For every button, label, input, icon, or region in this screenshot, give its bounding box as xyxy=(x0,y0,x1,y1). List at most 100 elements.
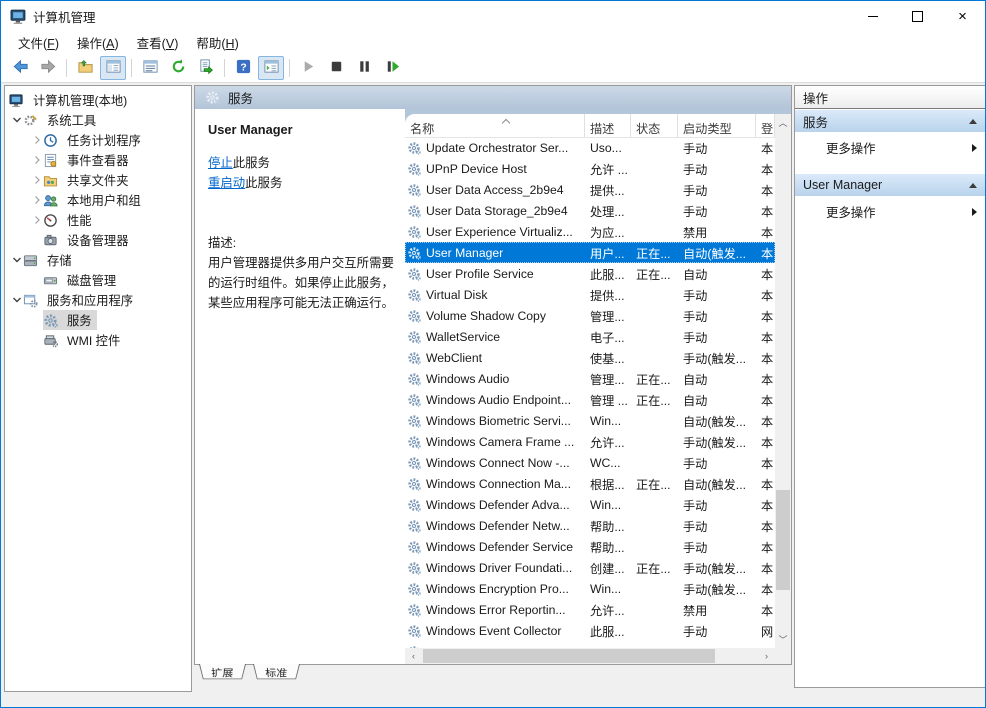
restart-service-link[interactable]: 重启动 xyxy=(208,176,245,190)
service-logon-as: 本 xyxy=(756,223,775,241)
tab-extended[interactable]: 扩展 xyxy=(199,664,246,679)
close-button[interactable]: × xyxy=(940,1,985,31)
service-name: User Data Access_2b9e4 xyxy=(405,183,585,197)
service-row-windows-encryption-pro[interactable]: Windows Encryption Pro...Win...手动(触发...本 xyxy=(405,578,775,599)
properties-button[interactable] xyxy=(137,56,163,80)
tree-expander-collapsed[interactable] xyxy=(31,154,43,166)
service-row-windows-event-collector[interactable]: Windows Event Collector此服...手动网 xyxy=(405,620,775,641)
console-tree-toggle-button[interactable] xyxy=(100,56,126,80)
tree-item-event-viewer[interactable]: 事件查看器 xyxy=(5,150,191,170)
action-pane-toggle-button[interactable] xyxy=(258,56,284,80)
scroll-up-arrow[interactable]: ︿ xyxy=(775,114,791,131)
column-header-startup-type[interactable]: 启动类型 xyxy=(678,114,756,137)
scroll-left-arrow[interactable]: ‹ xyxy=(405,648,422,664)
forward-button[interactable] xyxy=(35,56,61,80)
service-description: 电子... xyxy=(585,328,631,346)
service-row-windows-defender-service[interactable]: Windows Defender Service帮助...手动本 xyxy=(405,536,775,557)
service-row-windows-error-reportin[interactable]: Windows Error Reportin...允许...禁用本 xyxy=(405,599,775,620)
service-row-update-orchestrator-ser[interactable]: Update Orchestrator Ser...Uso...手动本 xyxy=(405,137,775,158)
start-service-button[interactable] xyxy=(295,56,321,80)
horizontal-scrollbar[interactable]: ‹ › xyxy=(405,648,775,664)
tree-expander-expanded[interactable] xyxy=(11,254,23,266)
column-header-status[interactable]: 状态 xyxy=(631,114,678,137)
horizontal-scroll-thumb[interactable] xyxy=(423,649,715,663)
vertical-scrollbar[interactable]: ︿ ﹀ xyxy=(775,114,791,648)
action-section-header-user-manager[interactable]: User Manager xyxy=(795,174,985,196)
tree-expander-expanded[interactable] xyxy=(11,114,23,126)
help-button[interactable]: ? xyxy=(230,56,256,80)
service-name: Windows Defender Netw... xyxy=(405,519,585,533)
vertical-scroll-thumb[interactable] xyxy=(776,490,790,590)
collapse-icon[interactable] xyxy=(969,183,977,188)
tree-item-computer[interactable]: 计算机管理(本地) xyxy=(5,90,191,110)
service-row-windows-driver-foundati[interactable]: Windows Driver Foundati...创建...正在...手动(触… xyxy=(405,557,775,578)
tree-item-storage[interactable]: 存储 xyxy=(5,250,191,270)
service-gear-icon xyxy=(407,204,426,218)
tree-expander-expanded[interactable] xyxy=(11,294,23,306)
stop-service-button[interactable] xyxy=(323,56,349,80)
collapse-icon[interactable] xyxy=(969,119,977,124)
back-button[interactable] xyxy=(7,56,33,80)
service-row-walletservice[interactable]: WalletService电子...手动本 xyxy=(405,326,775,347)
menu-f[interactable]: 文件(F) xyxy=(9,31,68,54)
tree-item-performance[interactable]: 性能 xyxy=(5,210,191,230)
service-row-windows-audio-endpoint[interactable]: Windows Audio Endpoint...管理 ...正在...自动本 xyxy=(405,389,775,410)
stop-service-link[interactable]: 停止 xyxy=(208,156,233,170)
toolbar: ? xyxy=(1,54,985,83)
tree-item-system-tools[interactable]: 系统工具 xyxy=(5,110,191,130)
tree-expander-collapsed[interactable] xyxy=(31,214,43,226)
service-row-windows-biometric-servi[interactable]: Windows Biometric Servi...Win...自动(触发...… xyxy=(405,410,775,431)
scroll-down-arrow[interactable]: ﹀ xyxy=(775,631,791,648)
tree-item-task-scheduler[interactable]: 任务计划程序 xyxy=(5,130,191,150)
service-name: Windows Driver Foundati... xyxy=(405,561,585,575)
column-header-name[interactable]: 名称 xyxy=(405,114,585,137)
service-row-user-manager[interactable]: User Manager用户...正在...自动(触发...本 xyxy=(405,242,775,263)
menu-v[interactable]: 查看(V) xyxy=(128,31,188,54)
pause-service-button[interactable] xyxy=(351,56,377,80)
service-row-partial[interactable] xyxy=(405,641,775,648)
tree-item-services-apps[interactable]: 服务和应用程序 xyxy=(5,290,191,310)
service-row-virtual-disk[interactable]: Virtual Disk提供...手动本 xyxy=(405,284,775,305)
tree-expander-collapsed[interactable] xyxy=(31,134,43,146)
service-row-windows-connection-ma[interactable]: Windows Connection Ma...根据...正在...自动(触发.… xyxy=(405,473,775,494)
more-actions-item[interactable]: 更多操作 xyxy=(795,137,985,159)
service-row-windows-camera-frame[interactable]: Windows Camera Frame ...允许...手动(触发...本 xyxy=(405,431,775,452)
more-actions-item[interactable]: 更多操作 xyxy=(795,201,985,223)
service-row-user-profile-service[interactable]: User Profile Service此服...正在...自动本 xyxy=(405,263,775,284)
restart-service-button[interactable] xyxy=(379,56,405,80)
service-row-user-data-access-2b9e4[interactable]: User Data Access_2b9e4提供...手动本 xyxy=(405,179,775,200)
menu-h[interactable]: 帮助(H) xyxy=(187,31,247,54)
tree-item-wmi[interactable]: WMI 控件 xyxy=(5,330,191,350)
minimize-button[interactable] xyxy=(850,1,895,31)
tree-item-local-users[interactable]: 本地用户和组 xyxy=(5,190,191,210)
tree-item-service-gear[interactable]: 服务 xyxy=(5,310,191,330)
up-level-button[interactable] xyxy=(72,56,98,80)
column-header-description[interactable]: 描述 xyxy=(585,114,631,137)
tree-expander-collapsed[interactable] xyxy=(31,174,43,186)
refresh-button[interactable] xyxy=(165,56,191,80)
services-view-header: 服务 xyxy=(195,86,791,109)
service-row-windows-defender-adva[interactable]: Windows Defender Adva...Win...手动本 xyxy=(405,494,775,515)
service-row-webclient[interactable]: WebClient使基...手动(触发...本 xyxy=(405,347,775,368)
service-row-volume-shadow-copy[interactable]: Volume Shadow Copy管理...手动本 xyxy=(405,305,775,326)
service-gear-icon xyxy=(407,519,426,533)
maximize-button[interactable] xyxy=(895,1,940,31)
action-section-header-services[interactable]: 服务 xyxy=(795,110,985,132)
menu-a[interactable]: 操作(A) xyxy=(68,31,128,54)
tree-item-device-manager[interactable]: 设备管理器 xyxy=(5,230,191,250)
service-row-windows-defender-netw[interactable]: Windows Defender Netw...帮助...手动本 xyxy=(405,515,775,536)
service-row-windows-audio[interactable]: Windows Audio管理...正在...自动本 xyxy=(405,368,775,389)
export-list-button[interactable] xyxy=(193,56,219,80)
service-row-windows-connect-now[interactable]: Windows Connect Now -...WC...手动本 xyxy=(405,452,775,473)
tab-standard[interactable]: 标准 xyxy=(253,664,300,679)
service-row-user-experience-virtualiz[interactable]: User Experience Virtualiz...为应...禁用本 xyxy=(405,221,775,242)
service-row-user-data-storage-2b9e4[interactable]: User Data Storage_2b9e4处理...手动本 xyxy=(405,200,775,221)
service-name: Update Orchestrator Ser... xyxy=(405,141,585,155)
service-row-upnp-device-host[interactable]: UPnP Device Host允许 ...手动本 xyxy=(405,158,775,179)
tree-expander-collapsed[interactable] xyxy=(31,194,43,206)
column-header-log-on-as[interactable]: 登 xyxy=(756,114,775,137)
tree-item-shared-folders[interactable]: 共享文件夹 xyxy=(5,170,191,190)
scroll-right-arrow[interactable]: › xyxy=(758,648,775,664)
service-startup-type: 自动(触发... xyxy=(678,475,756,493)
tree-item-disk-management[interactable]: 磁盘管理 xyxy=(5,270,191,290)
